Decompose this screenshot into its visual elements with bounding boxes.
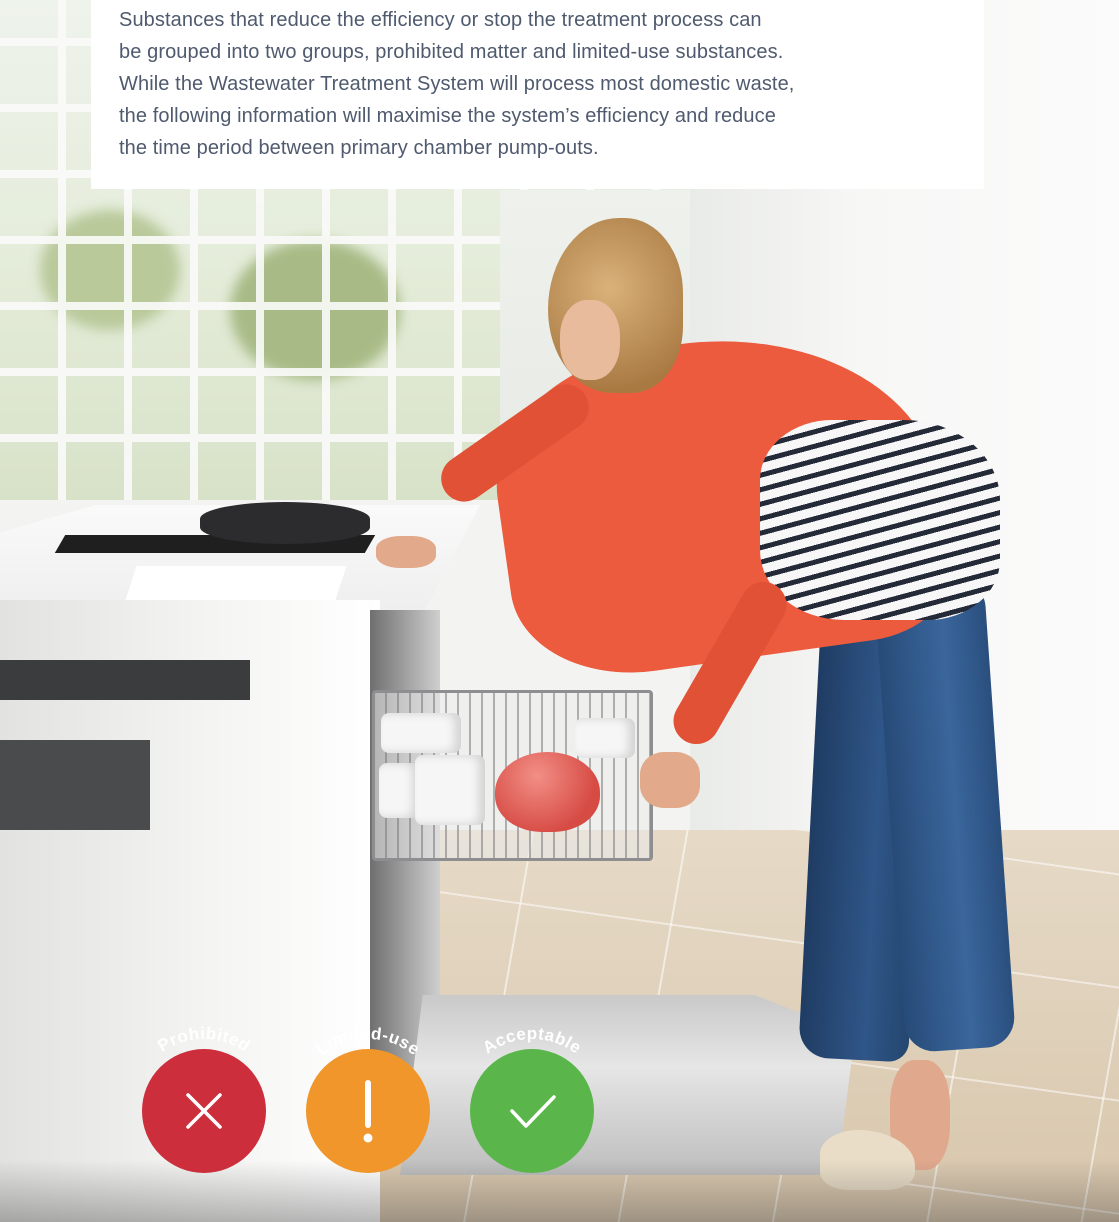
woman-hand [640, 752, 700, 808]
mug [415, 755, 485, 825]
plate [381, 713, 461, 753]
intro-line: While the Wastewater Treatment System wi… [119, 73, 795, 95]
intro-line: the following information will maximise … [119, 105, 776, 127]
limited-use-badge: Limited-use [306, 1024, 430, 1173]
intro-line: the time period between primary chamber … [119, 137, 599, 159]
woman-striped-shirt [760, 420, 1000, 620]
prohibited-badge: Prohibited [142, 1024, 266, 1173]
intro-line: be grouped into two groups, prohibited m… [119, 41, 784, 63]
page: Substances that reduce the efficiency or… [0, 0, 1119, 1222]
acceptable-badge: Acceptable [470, 1024, 594, 1173]
intro-paragraph: Substances that reduce the efficiency or… [119, 4, 956, 164]
frying-pan [200, 502, 370, 544]
woman-face [560, 300, 620, 380]
prohibited-label: Prohibited [154, 1024, 253, 1056]
acceptable-label-arc: Acceptable [479, 1024, 585, 1058]
island-recess [0, 660, 250, 700]
mug [379, 763, 419, 818]
cup [575, 718, 635, 758]
red-bowl [495, 752, 600, 832]
intro-line: Substances that reduce the efficiency or… [119, 9, 762, 31]
intro-panel: Substances that reduce the efficiency or… [91, 0, 984, 189]
acceptable-label: Acceptable [479, 1024, 585, 1058]
prohibited-label-arc: Prohibited [154, 1024, 253, 1056]
limited-use-label: Limited-use [313, 1024, 424, 1059]
island-recess [0, 740, 150, 830]
woman-hand [376, 536, 436, 568]
limited-use-label-arc: Limited-use [313, 1024, 424, 1059]
